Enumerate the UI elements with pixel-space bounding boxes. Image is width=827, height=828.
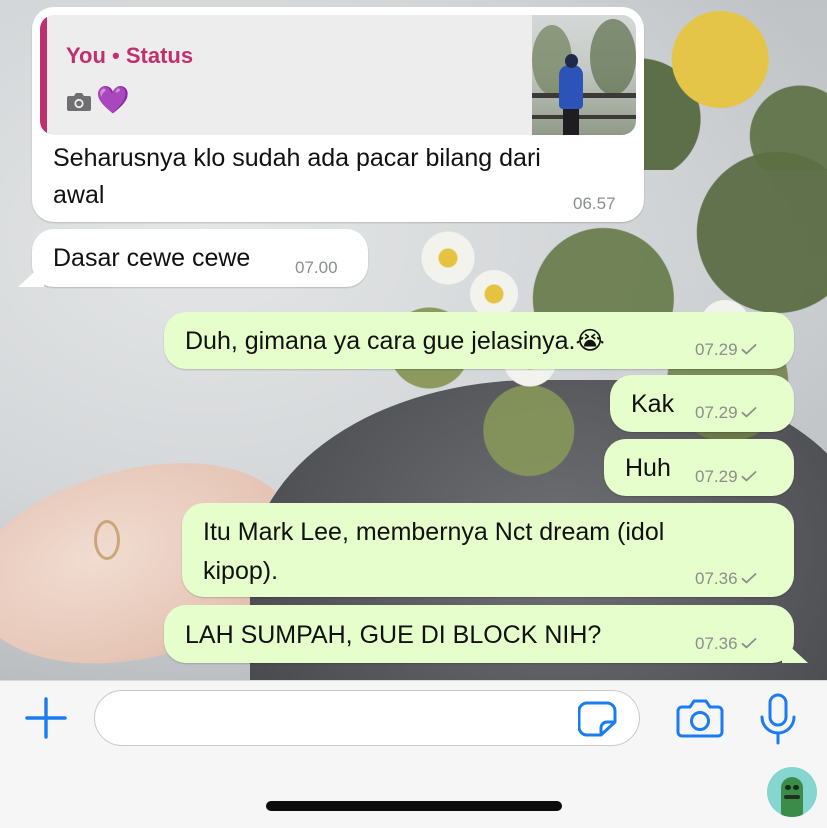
home-indicator[interactable] xyxy=(266,801,562,811)
message-bubble-incoming[interactable]: You • Status 💜 Seharusnya klo sudah ada … xyxy=(32,7,644,222)
sent-check-icon xyxy=(741,344,756,355)
purple-heart-emoji: 💜 xyxy=(96,85,130,115)
camera-icon xyxy=(67,93,91,111)
message-time: 06.57 xyxy=(573,194,616,213)
message-input-field[interactable] xyxy=(94,690,640,746)
avatar-sticker-icon xyxy=(767,767,817,817)
status-thumbnail[interactable] xyxy=(532,15,636,135)
message-bubble-outgoing[interactable]: Itu Mark Lee, membernya Nct dream (idol … xyxy=(182,503,794,597)
message-text-line: Itu Mark Lee, membernya Nct dream (idol xyxy=(203,518,665,546)
message-bubble-outgoing[interactable]: LAH SUMPAH, GUE DI BLOCK NIH? 07.36 xyxy=(164,605,794,663)
microphone-icon[interactable] xyxy=(758,693,798,745)
message-text-line: awal xyxy=(53,181,105,209)
message-text-line: LAH SUMPAH, GUE DI BLOCK NIH? xyxy=(185,621,602,649)
message-text-line: Duh, gimana ya cara gue jelasinya.😭 xyxy=(185,327,605,355)
sent-check-icon xyxy=(741,407,756,418)
sent-check-icon xyxy=(741,471,756,482)
message-text-line: Dasar cewe cewe xyxy=(53,244,251,272)
sent-check-icon xyxy=(741,573,756,584)
message-text-line: Kak xyxy=(631,390,675,418)
camera-icon[interactable] xyxy=(676,698,724,740)
message-time: 07.29 xyxy=(695,467,738,486)
sent-check-icon xyxy=(741,638,756,649)
message-text-line: kipop). xyxy=(203,557,279,585)
message-time: 07.29 xyxy=(695,340,738,359)
quoted-status-title: You • Status xyxy=(66,43,194,68)
message-time: 07.29 xyxy=(695,403,738,422)
sticker-icon[interactable] xyxy=(578,700,618,738)
message-bubble-incoming[interactable]: Dasar cewe cewe 07.00 xyxy=(32,229,368,287)
message-time: 07.36 xyxy=(695,634,738,653)
message-text-line: Seharusnya klo sudah ada pacar bilang da… xyxy=(53,144,541,172)
message-bubble-outgoing[interactable]: Kak 07.29 xyxy=(610,375,794,432)
plus-icon[interactable] xyxy=(24,696,68,740)
message-time: 07.36 xyxy=(695,569,738,588)
message-input[interactable] xyxy=(113,701,577,737)
message-bubble-outgoing[interactable]: Huh 07.29 xyxy=(604,439,794,496)
message-bubble-outgoing[interactable]: Duh, gimana ya cara gue jelasinya.😭 07.2… xyxy=(164,312,794,369)
message-time: 07.00 xyxy=(295,258,338,277)
message-text-line: Huh xyxy=(625,454,671,482)
quoted-status[interactable]: You • Status 💜 xyxy=(40,15,636,135)
